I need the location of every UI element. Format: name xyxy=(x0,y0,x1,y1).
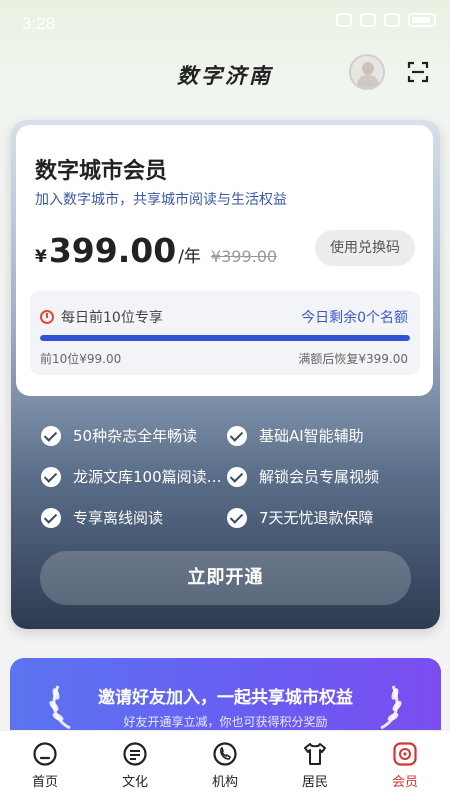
price-unit: /年 xyxy=(178,247,201,267)
bottom-tab-bar: 首页 文化 机构 居民 会员 xyxy=(0,730,450,800)
scan-icon[interactable] xyxy=(407,61,429,83)
tab-label: 机构 xyxy=(211,775,238,790)
benefit-label: 龙源文库100篇阅读权益 xyxy=(73,468,223,486)
tab-culture[interactable]: 文化 xyxy=(90,731,180,800)
tab-label: 首页 xyxy=(31,775,58,790)
quota-full-price: 满额后恢复¥399.00 xyxy=(298,352,408,366)
membership-subtitle: 加入数字城市，共享城市阅读与生活权益 xyxy=(35,192,287,208)
membership-info-panel: 数字城市会员 加入数字城市，共享城市阅读与生活权益 ¥ 399.00 /年 ¥3… xyxy=(16,125,433,396)
tab-residents[interactable]: 居民 xyxy=(270,731,360,800)
quota-remaining: 今日剩余0个名额 xyxy=(301,310,408,326)
benefit-item: 专享离线阅读 xyxy=(41,507,163,528)
tab-membership[interactable]: 会员 xyxy=(360,731,450,800)
check-icon xyxy=(41,507,61,528)
alarm-status-icon xyxy=(360,13,376,27)
avatar-head xyxy=(362,62,374,75)
check-icon xyxy=(41,425,61,446)
quota-left: 每日前10位专享 xyxy=(40,307,163,327)
app-header: 数字济南 xyxy=(0,48,450,96)
tab-label: 会员 xyxy=(391,775,418,790)
price-value: 399.00 xyxy=(48,231,177,270)
invite-banner[interactable]: 邀请好友加入，一起共享城市权益 好友开通享立减，你也可获得积分奖励 xyxy=(10,658,441,738)
benefit-label: 专享离线阅读 xyxy=(73,509,164,527)
avatar-body xyxy=(357,75,379,88)
check-icon xyxy=(227,466,247,487)
benefit-item: 50种杂志全年畅读 xyxy=(41,425,197,446)
status-icons xyxy=(336,13,436,27)
member-icon xyxy=(393,742,417,766)
membership-title: 数字城市会员 xyxy=(35,159,168,184)
old-price: ¥399.00 xyxy=(210,247,278,266)
tab-label: 居民 xyxy=(301,775,328,790)
quota-progress-bar xyxy=(40,335,410,341)
quota-left-label: 每日前10位专享 xyxy=(61,310,163,326)
home-icon xyxy=(33,742,57,766)
redeem-code-button[interactable]: 使用兑换码 xyxy=(315,230,415,266)
laurel-right-icon xyxy=(380,685,402,730)
wifi-icon xyxy=(384,13,400,27)
benefit-item: 龙源文库100篇阅读权益 xyxy=(41,466,223,487)
benefit-label: 7天无忧退款保障 xyxy=(259,509,374,527)
benefit-label: 基础AI智能辅助 xyxy=(259,427,364,445)
daily-quota-box: 每日前10位专享 今日剩余0个名额 前10位¥99.00 满额后恢复¥399.0… xyxy=(30,291,420,375)
open-membership-button[interactable]: 立即开通 xyxy=(40,551,411,605)
price-currency: ¥ xyxy=(35,247,47,267)
quota-progress-fill xyxy=(40,335,410,341)
shirt-icon xyxy=(304,743,326,765)
phone-icon xyxy=(213,742,237,766)
check-icon xyxy=(227,507,247,528)
tab-home[interactable]: 首页 xyxy=(0,731,90,800)
check-icon xyxy=(41,466,61,487)
tab-institution[interactable]: 机构 xyxy=(180,731,270,800)
tab-label: 文化 xyxy=(121,775,148,790)
price-row: ¥ 399.00 /年 ¥399.00 xyxy=(35,231,277,270)
battery-icon xyxy=(408,13,436,27)
benefit-item: 7天无忧退款保障 xyxy=(227,507,374,528)
status-time: 3:28 xyxy=(22,14,56,33)
quota-early-price: 前10位¥99.00 xyxy=(40,352,122,366)
nfc-icon xyxy=(336,13,352,27)
book-icon xyxy=(123,742,147,766)
alarm-clock-icon xyxy=(40,310,54,324)
status-bar: 3:28 xyxy=(0,0,450,44)
avatar[interactable] xyxy=(349,54,385,90)
benefit-label: 50种杂志全年畅读 xyxy=(73,427,198,445)
check-icon xyxy=(227,425,247,446)
benefit-label: 解锁会员专属视频 xyxy=(259,468,380,486)
benefit-item: 基础AI智能辅助 xyxy=(227,425,364,446)
membership-card: 数字城市会员 加入数字城市，共享城市阅读与生活权益 ¥ 399.00 /年 ¥3… xyxy=(11,120,440,629)
benefit-item: 解锁会员专属视频 xyxy=(227,466,379,487)
